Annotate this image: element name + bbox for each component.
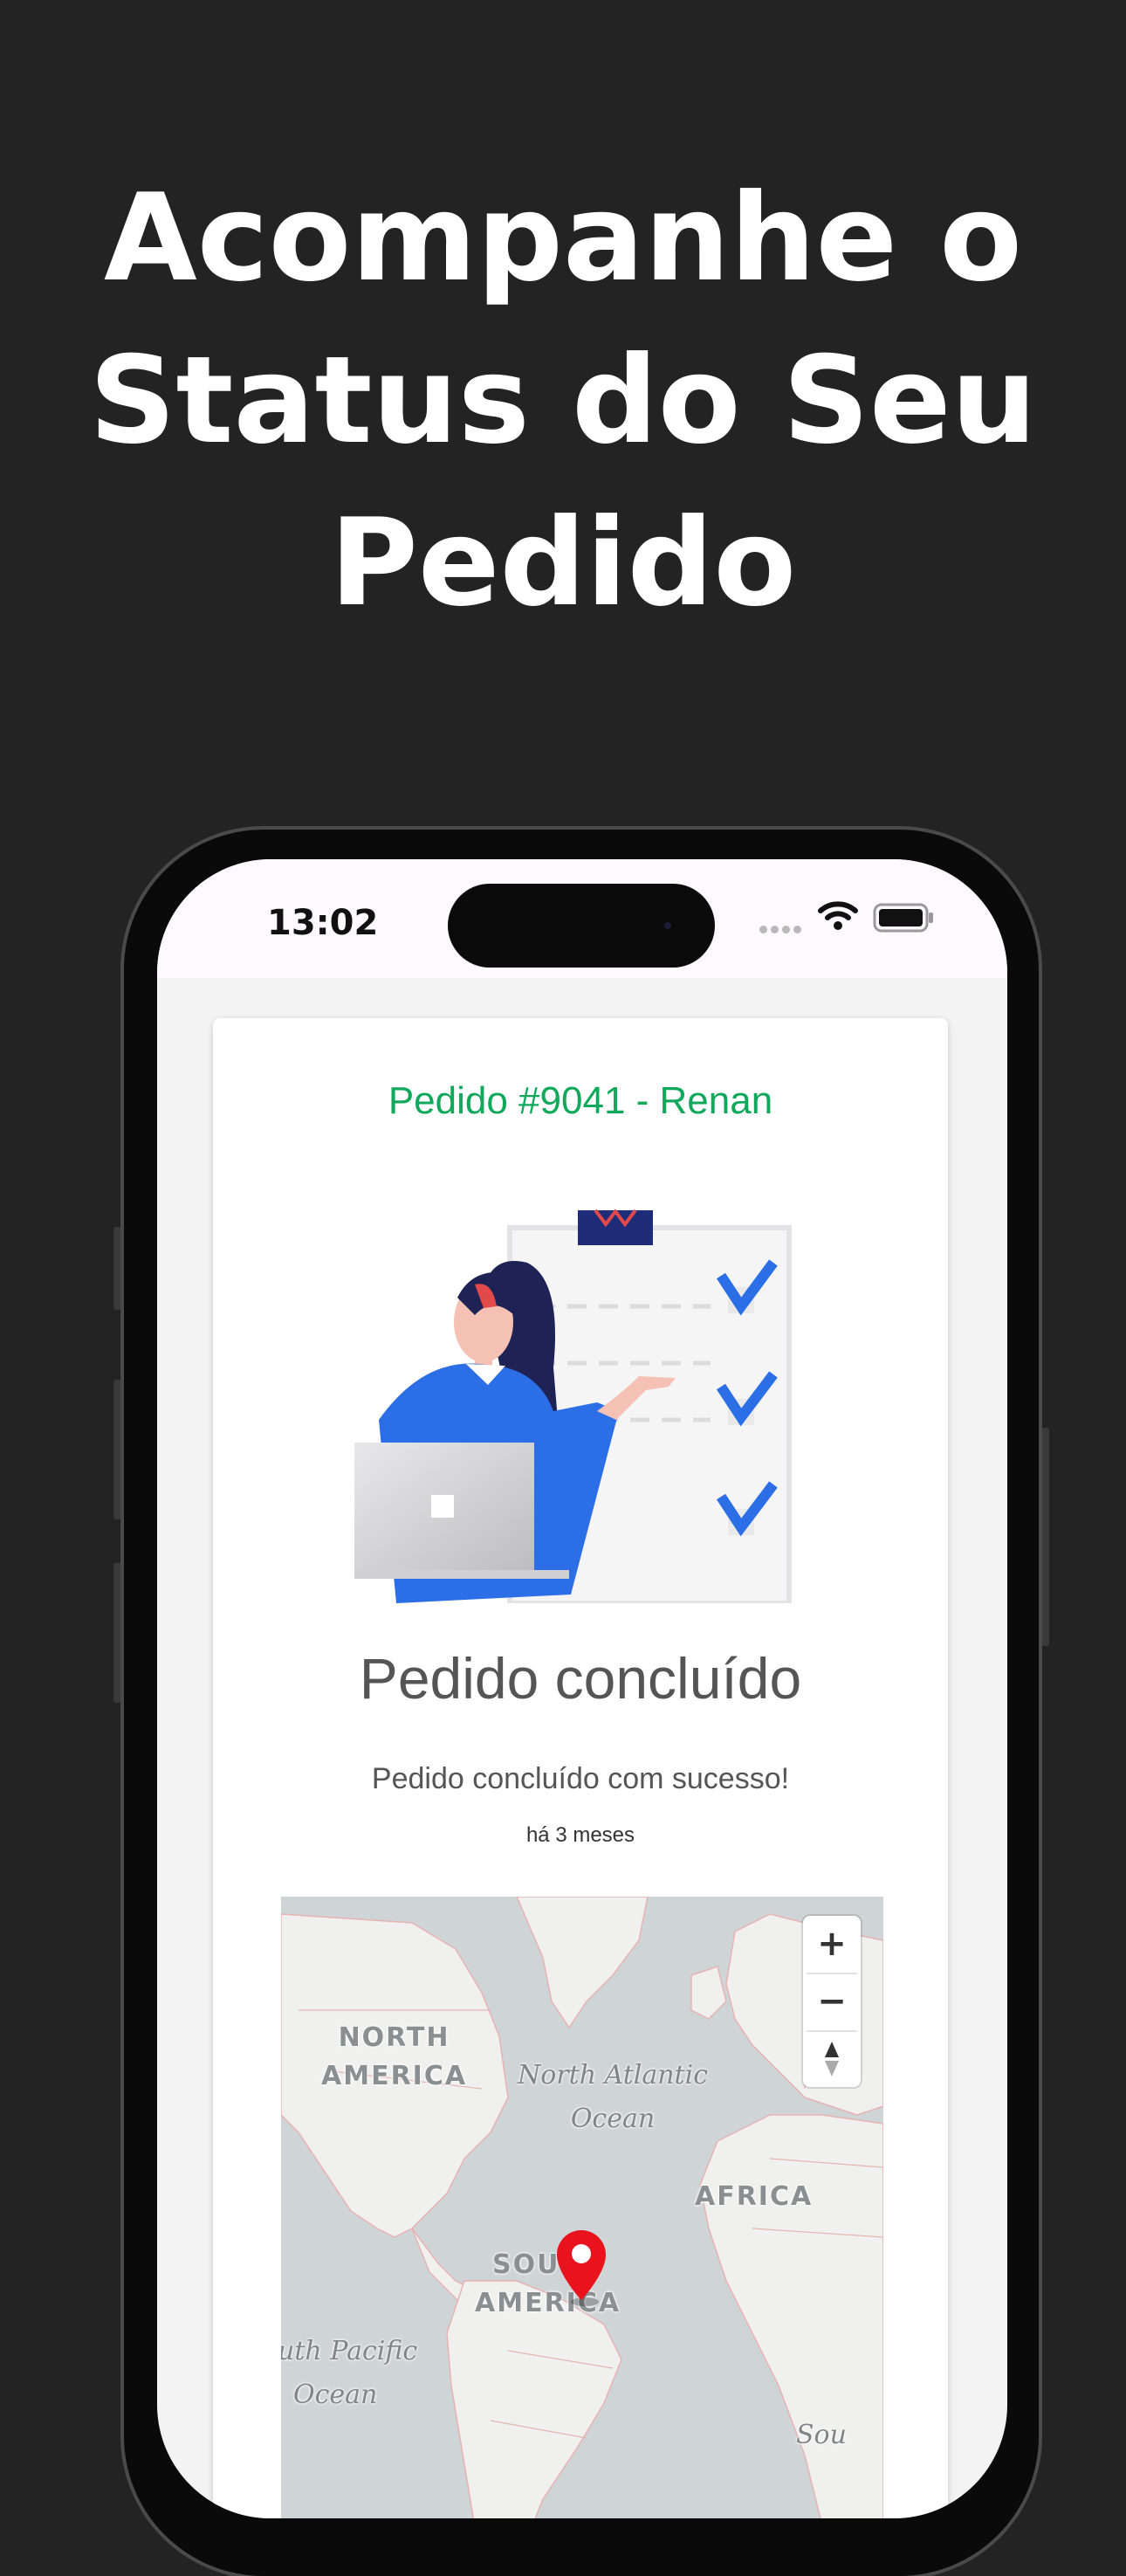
headline-line-2: Status do Seu xyxy=(89,330,1037,471)
label-africa: AFRICA xyxy=(695,2181,814,2212)
label-north-america: NORTH AMERICA xyxy=(321,2022,468,2091)
status-timestamp: há 3 meses xyxy=(525,1823,635,1847)
power-button xyxy=(1040,1428,1049,1646)
map-zoom-control: + − xyxy=(803,1916,861,2087)
dynamic-island xyxy=(448,884,715,968)
label-north-atlantic: North Atlantic Ocean xyxy=(517,2060,708,2134)
zoom-in-button[interactable]: + xyxy=(803,1916,861,1972)
label-south-pacific: uth Pacific Ocean xyxy=(281,2336,418,2410)
zoom-out-button[interactable]: − xyxy=(803,1973,861,2029)
volume-down-button xyxy=(113,1563,122,1703)
order-card: Pedido #9041 - Renan Pedido concluído Pe… xyxy=(213,1018,948,2518)
compass-icon[interactable] xyxy=(803,2031,861,2087)
headline-line-3: Pedido xyxy=(329,492,797,633)
wifi-icon xyxy=(818,901,858,930)
headline: Acompanhe o Status do Seu Pedido xyxy=(0,157,1126,644)
order-title: Pedido #9041 - Renan xyxy=(388,1079,773,1122)
phone-screen: 13:02 Pedido #9041 - Renan Pedido conclu… xyxy=(157,859,1007,2518)
delivery-map[interactable]: NORTH AMERICA North Atlantic Ocean AFRIC… xyxy=(281,1897,883,2518)
volume-up-button xyxy=(113,1380,122,1519)
location-pin-icon[interactable] xyxy=(553,2228,609,2307)
action-button xyxy=(113,1227,122,1310)
signal-icon xyxy=(759,920,805,937)
order-completed-illustration xyxy=(354,1209,792,1603)
label-south-partial: Sou xyxy=(796,2420,847,2450)
headline-line-1: Acompanhe o xyxy=(103,168,1023,308)
status-time: 13:02 xyxy=(267,903,379,943)
status-description: Pedido concluído com sucesso! xyxy=(371,1762,790,1795)
battery-icon xyxy=(873,903,933,933)
status-title: Pedido concluído xyxy=(359,1646,802,1711)
status-bar: 13:02 xyxy=(157,859,1007,978)
